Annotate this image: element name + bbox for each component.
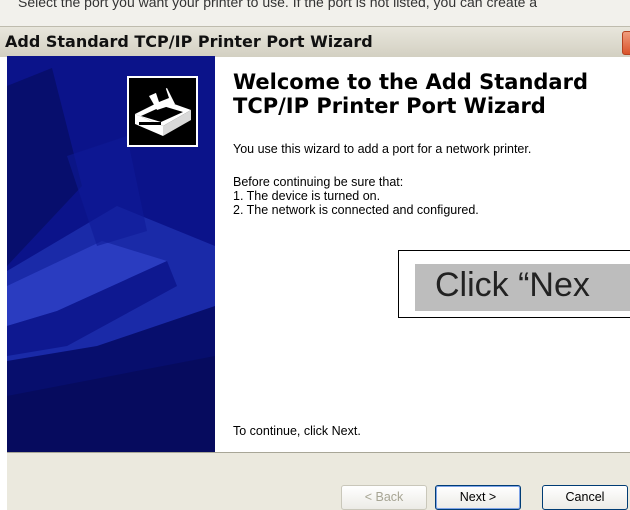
window-title: Add Standard TCP/IP Printer Port Wizard (5, 32, 373, 51)
instruction-callout: Click “Nex (398, 250, 630, 318)
cancel-button[interactable]: Cancel (542, 485, 628, 510)
page-heading: Welcome to the Add Standard TCP/IP Print… (233, 70, 623, 118)
close-icon[interactable] (622, 31, 630, 55)
background-dialog-text: Select the port you want your printer to… (18, 0, 538, 10)
continue-text: To continue, click Next. (233, 424, 361, 438)
title-bar[interactable]: Add Standard TCP/IP Printer Port Wizard (0, 26, 630, 57)
button-bar: < Back Next > Cancel (7, 453, 630, 510)
next-button[interactable]: Next > (435, 485, 521, 510)
callout-highlight: Click “Nex (415, 264, 630, 311)
back-button[interactable]: < Back (341, 485, 427, 510)
printer-wizard-icon (127, 76, 198, 147)
requirement-item-2: 2. The network is connected and configur… (233, 203, 479, 217)
callout-text: Click “Nex (435, 266, 590, 304)
before-text: Before continuing be sure that: (233, 175, 404, 189)
requirement-item-1: 1. The device is turned on. (233, 189, 381, 203)
heading-line-1: Welcome to the Add Standard (233, 70, 588, 94)
background-dialog-strip: Select the port you want your printer to… (0, 0, 630, 26)
heading-line-2: TCP/IP Printer Port Wizard (233, 94, 546, 118)
intro-text: You use this wizard to add a port for a … (233, 142, 532, 156)
